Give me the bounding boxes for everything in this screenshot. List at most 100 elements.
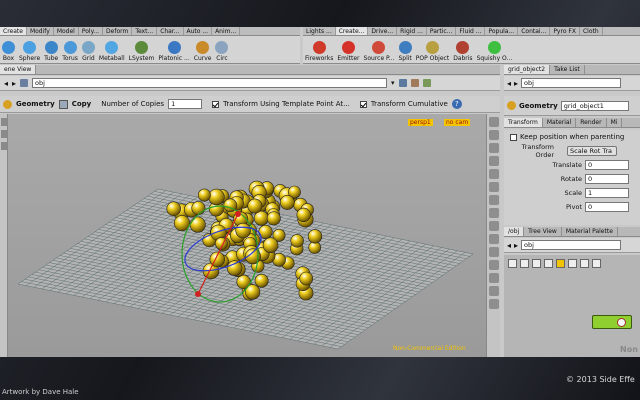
transform-cumulative-checkbox[interactable] [359, 100, 367, 108]
network-tool-icon[interactable] [532, 259, 541, 268]
tab-transform[interactable]: Transform [504, 118, 543, 127]
display-option-icon[interactable] [489, 156, 499, 166]
shelf-tab[interactable]: Drive... [368, 27, 398, 35]
shelf-tab[interactable]: Model [54, 27, 79, 35]
snapshot-icon[interactable] [410, 79, 419, 87]
shelf-tool-circ[interactable]: Circ [213, 36, 230, 63]
tab-tree-view[interactable]: Tree View [524, 227, 562, 236]
back-arrow-icon[interactable]: ◂ [507, 79, 511, 88]
back-arrow-icon[interactable]: ◂ [507, 241, 511, 250]
shelf-tool-source-p-[interactable]: Source P... [362, 36, 397, 63]
tab-obj[interactable]: /obj [504, 227, 525, 236]
display-option-icon[interactable] [489, 169, 499, 179]
display-option-icon[interactable] [489, 130, 499, 140]
left-path-field[interactable]: obj [32, 78, 388, 88]
shelf-tool-sphere[interactable]: Sphere [17, 36, 42, 63]
transform-template-checkbox[interactable] [212, 100, 220, 108]
network-editor[interactable]: Non [504, 255, 640, 357]
display-option-icon[interactable] [489, 247, 499, 257]
tab-take-list[interactable]: Take List [550, 65, 585, 74]
shelf-tool-dabris[interactable]: Dabris [451, 36, 474, 63]
shelf-tab[interactable]: Partic... [427, 27, 457, 35]
display-option-icon[interactable] [489, 143, 499, 153]
shelf-tool-split[interactable]: Split [396, 36, 413, 63]
keep-position-checkbox[interactable] [510, 133, 517, 141]
shelf-tool-squishy-o-[interactable]: Squishy O... [475, 36, 515, 63]
display-option-icon[interactable] [489, 286, 499, 296]
shelf-tab[interactable]: Text... [132, 27, 158, 35]
shelf-tab[interactable]: Anim... [212, 27, 241, 35]
network-path-field[interactable]: obj [521, 240, 622, 250]
display-option-icon[interactable] [489, 234, 499, 244]
display-option-icon[interactable] [489, 260, 499, 270]
network-tool-icon[interactable] [508, 259, 517, 268]
display-option-icon[interactable] [489, 208, 499, 218]
shelf-tab[interactable]: Fluid ... [456, 27, 486, 35]
network-tool-icon[interactable] [556, 259, 565, 268]
shelf-tab[interactable]: Popula... [485, 27, 519, 35]
display-option-icon[interactable] [489, 182, 499, 192]
tab-grid-object2[interactable]: grid_object2 [504, 65, 551, 74]
shelf-tool-curve[interactable]: Curve [192, 36, 214, 63]
shelf-tool-lsystem[interactable]: LSystem [127, 36, 157, 63]
dropdown-icon[interactable]: ▾ [391, 79, 395, 87]
network-tool-icon[interactable] [580, 259, 589, 268]
shelf-tool-platonic-[interactable]: Platonic ... [156, 36, 191, 63]
back-arrow-icon[interactable]: ◂ [4, 79, 8, 88]
select-tool-icon[interactable] [1, 118, 7, 126]
display-option-icon[interactable] [489, 117, 499, 127]
help-icon[interactable]: ? [451, 99, 462, 109]
shelf-tab[interactable]: Cloth [580, 27, 603, 35]
shelf-tab[interactable]: Create... [335, 27, 369, 35]
display-option-icon[interactable] [489, 273, 499, 283]
right-path-field[interactable]: obj [521, 78, 622, 88]
network-tool-icon[interactable] [520, 259, 529, 268]
forward-arrow-icon[interactable]: ▸ [514, 241, 518, 250]
display-option-icon[interactable] [489, 299, 499, 309]
tab-misc[interactable]: Mi [607, 118, 623, 127]
network-tool-icon[interactable] [544, 259, 553, 268]
scale-input[interactable]: 1 [585, 188, 629, 198]
tab-scene-view[interactable]: ene View [0, 65, 37, 74]
network-tool-icon[interactable] [568, 259, 577, 268]
shelf-tab[interactable]: Lights ... [303, 27, 336, 35]
shelf-tool-emitter[interactable]: Emitter [335, 36, 361, 63]
shelf-tab[interactable]: Contai... [518, 27, 551, 35]
num-copies-input[interactable]: 1 [168, 99, 203, 109]
shelf-tab[interactable]: Poly... [79, 27, 104, 35]
persp-label[interactable]: persp1 [408, 119, 433, 126]
forward-arrow-icon[interactable]: ▸ [12, 79, 16, 88]
cam-label[interactable]: no cam [444, 119, 471, 126]
shelf-tool-torus[interactable]: Torus [60, 36, 80, 63]
rotate-input[interactable]: 0 [585, 174, 629, 184]
shelf-tab[interactable]: Pyro FX [550, 27, 580, 35]
tab-material[interactable]: Material [543, 118, 577, 127]
shelf-tab[interactable]: Auto ... [184, 27, 213, 35]
shelf-tool-metaball[interactable]: Metaball [97, 36, 127, 63]
pivot-input[interactable]: 0 [585, 202, 629, 212]
network-tool-icon[interactable] [592, 259, 601, 268]
display-option-icon[interactable] [489, 195, 499, 205]
tab-material-palette[interactable]: Material Palette [562, 227, 618, 236]
viewport-canvas[interactable] [8, 114, 486, 357]
shelf-tool-box[interactable]: Box [0, 36, 17, 63]
shelf-tool-pop-object[interactable]: POP Object [414, 36, 451, 63]
shelf-tool-fireworks[interactable]: Fireworks [303, 36, 335, 63]
shelf-tab[interactable]: Rigid ... [397, 27, 427, 35]
shelf-tab[interactable]: Create [0, 27, 27, 35]
object-name-input[interactable]: grid_object1 [560, 100, 629, 111]
shelf-tool-grid[interactable]: Grid [80, 36, 97, 63]
tab-render[interactable]: Render [576, 118, 607, 127]
forward-arrow-icon[interactable]: ▸ [514, 79, 518, 88]
shelf-tab[interactable]: Modify [27, 27, 54, 35]
shelf-tool-tube[interactable]: Tube [42, 36, 60, 63]
shelf-tab[interactable]: Char... [157, 27, 184, 35]
transform-order-select[interactable]: Scale Rot Tra [567, 146, 617, 156]
3d-viewport[interactable]: persp1 no cam Non-Commercial Edition [8, 114, 486, 357]
display-option-icon[interactable] [489, 221, 499, 231]
pin-icon[interactable] [398, 79, 407, 87]
move-tool-icon[interactable] [1, 130, 7, 138]
geometry-node[interactable] [592, 315, 632, 329]
copy-tool-icon[interactable] [58, 99, 68, 109]
view-icon[interactable] [422, 79, 431, 87]
